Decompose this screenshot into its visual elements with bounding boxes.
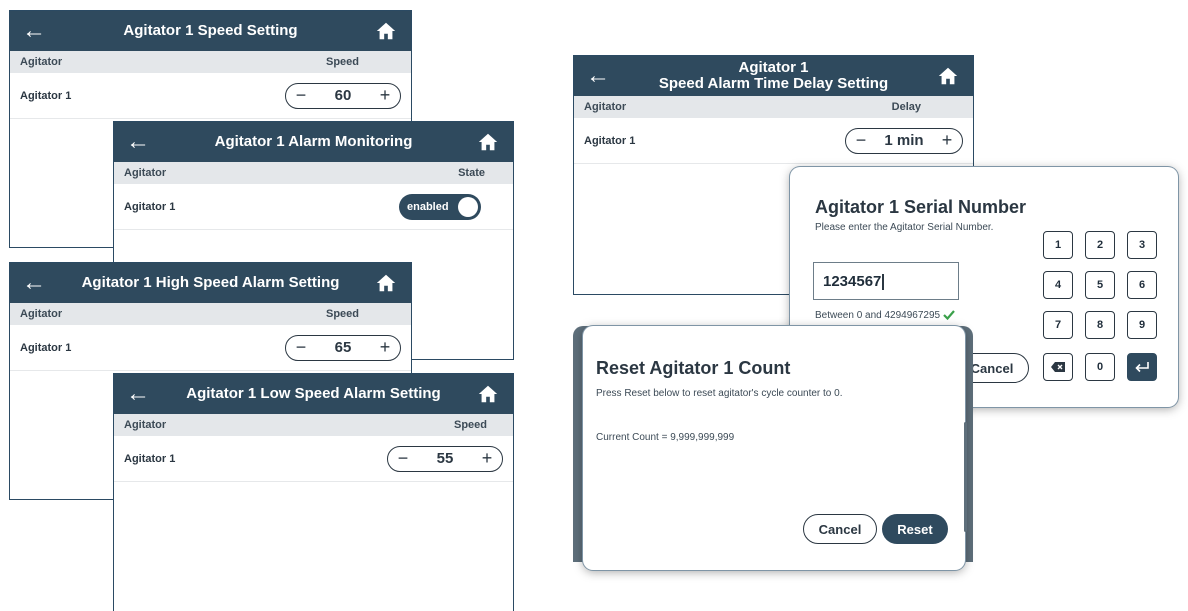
title-bar: ← Agitator 1 High Speed Alarm Setting (10, 263, 411, 303)
decrement-button[interactable]: − (396, 448, 410, 469)
increment-button[interactable]: + (940, 130, 954, 151)
range-hint: Between 0 and 4294967295 (815, 310, 955, 321)
current-count: Current Count = 9,999,999,999 (596, 432, 735, 443)
back-arrow-icon[interactable]: ← (126, 382, 150, 406)
column-agitator: Agitator (20, 308, 63, 320)
serial-number-value: 1234567 (823, 273, 882, 290)
screen-title: Agitator 1 High Speed Alarm Setting (81, 274, 340, 291)
list-item: Agitator 1 − 1 min + (574, 118, 973, 164)
column-speed: Speed (325, 308, 359, 320)
speed-stepper[interactable]: − 60 + (285, 82, 401, 109)
column-speed: Speed (325, 56, 359, 68)
text-cursor (882, 274, 885, 291)
column-agitator: Agitator (124, 167, 167, 179)
home-icon[interactable] (477, 383, 499, 405)
key-7[interactable]: 7 (1043, 311, 1073, 339)
enter-key[interactable] (1127, 353, 1157, 381)
screen-title-line1: Agitator 1 (738, 59, 809, 76)
serial-number-input[interactable]: 1234567 (813, 262, 959, 300)
low-speed-alarm-screen: ← Agitator 1 Low Speed Alarm Setting Agi… (113, 373, 514, 611)
dialog-subtitle: Please enter the Agitator Serial Number. (815, 222, 994, 233)
column-header: Agitator Delay (574, 96, 973, 118)
row-label: Agitator 1 (124, 452, 176, 465)
toggle-knob (458, 196, 478, 217)
screen-title: Agitator 1 Alarm Monitoring (214, 133, 413, 150)
delay-stepper[interactable]: − 1 min + (845, 127, 963, 154)
row-label: Agitator 1 (20, 89, 72, 102)
column-state: State (458, 167, 485, 179)
column-agitator: Agitator (20, 56, 63, 68)
column-header: Agitator Speed (10, 303, 411, 325)
increment-button[interactable]: + (480, 448, 494, 469)
title-bar: ← Agitator 1 Speed Alarm Time Delay Sett… (574, 56, 973, 96)
title-bar: ← Agitator 1 Alarm Monitoring (114, 122, 513, 162)
decrement-button[interactable]: − (294, 85, 308, 106)
home-icon[interactable] (937, 65, 959, 87)
list-item: Agitator 1 − 55 + (114, 436, 513, 482)
increment-button[interactable]: + (378, 337, 392, 358)
screen-title-line2: Speed Alarm Time Delay Setting (658, 75, 889, 92)
screen-title: Agitator 1 Speed Alarm Time Delay Settin… (659, 60, 888, 92)
back-arrow-icon[interactable]: ← (22, 19, 46, 43)
reset-button[interactable]: Reset (882, 514, 948, 544)
home-icon[interactable] (375, 272, 397, 294)
reset-instructions: Press Reset below to reset agitator's cy… (596, 388, 843, 399)
key-0[interactable]: 0 (1085, 353, 1115, 381)
back-arrow-icon[interactable]: ← (126, 130, 150, 154)
column-agitator: Agitator (584, 101, 627, 113)
speed-stepper[interactable]: − 55 + (387, 445, 503, 472)
dialog-title: Reset Agitator 1 Count (596, 358, 791, 378)
back-arrow-icon[interactable]: ← (22, 271, 46, 295)
column-delay: Delay (891, 101, 921, 113)
cancel-button[interactable]: Cancel (803, 514, 877, 544)
key-8[interactable]: 8 (1085, 311, 1115, 339)
home-icon[interactable] (477, 131, 499, 153)
scrollbar[interactable] (964, 422, 967, 532)
key-3[interactable]: 3 (1127, 231, 1157, 259)
speed-value: 65 (334, 339, 352, 356)
key-1[interactable]: 1 (1043, 231, 1073, 259)
range-hint-text: Between 0 and 4294967295 (815, 310, 941, 321)
column-header: Agitator Speed (10, 51, 411, 73)
screen-title: Agitator 1 Low Speed Alarm Setting (186, 385, 441, 402)
key-6[interactable]: 6 (1127, 271, 1157, 299)
speed-value: 55 (436, 450, 454, 467)
alarm-enabled-toggle[interactable]: enabled (399, 193, 481, 220)
list-item: Agitator 1 − 65 + (10, 325, 411, 371)
key-5[interactable]: 5 (1085, 271, 1115, 299)
dialog-title: Agitator 1 Serial Number (815, 197, 1027, 217)
screen-title: Agitator 1 Speed Setting (123, 22, 298, 39)
list-item: Agitator 1 enabled (114, 184, 513, 230)
reset-count-dialog: Reset Agitator 1 Count Press Reset below… (583, 326, 967, 570)
toggle-label: enabled (407, 200, 449, 213)
back-arrow-icon[interactable]: ← (586, 64, 610, 88)
row-label: Agitator 1 (584, 134, 636, 147)
column-agitator: Agitator (124, 419, 167, 431)
column-header: Agitator Speed (114, 414, 513, 436)
row-label: Agitator 1 (20, 341, 72, 354)
title-bar: ← Agitator 1 Speed Setting (10, 11, 411, 51)
enter-icon (1135, 362, 1149, 373)
column-header: Agitator State (114, 162, 513, 184)
backspace-icon (1051, 362, 1065, 372)
row-label: Agitator 1 (124, 200, 176, 213)
list-item: Agitator 1 − 60 + (10, 73, 411, 119)
delay-value: 1 min (884, 132, 924, 149)
check-icon (943, 310, 955, 321)
column-speed: Speed (453, 419, 487, 431)
decrement-button[interactable]: − (854, 130, 868, 151)
speed-value: 60 (334, 87, 352, 104)
key-9[interactable]: 9 (1127, 311, 1157, 339)
key-4[interactable]: 4 (1043, 271, 1073, 299)
key-2[interactable]: 2 (1085, 231, 1115, 259)
speed-stepper[interactable]: − 65 + (285, 334, 401, 361)
increment-button[interactable]: + (378, 85, 392, 106)
title-bar: ← Agitator 1 Low Speed Alarm Setting (114, 374, 513, 414)
decrement-button[interactable]: − (294, 337, 308, 358)
home-icon[interactable] (375, 20, 397, 42)
backspace-key[interactable] (1043, 353, 1073, 381)
